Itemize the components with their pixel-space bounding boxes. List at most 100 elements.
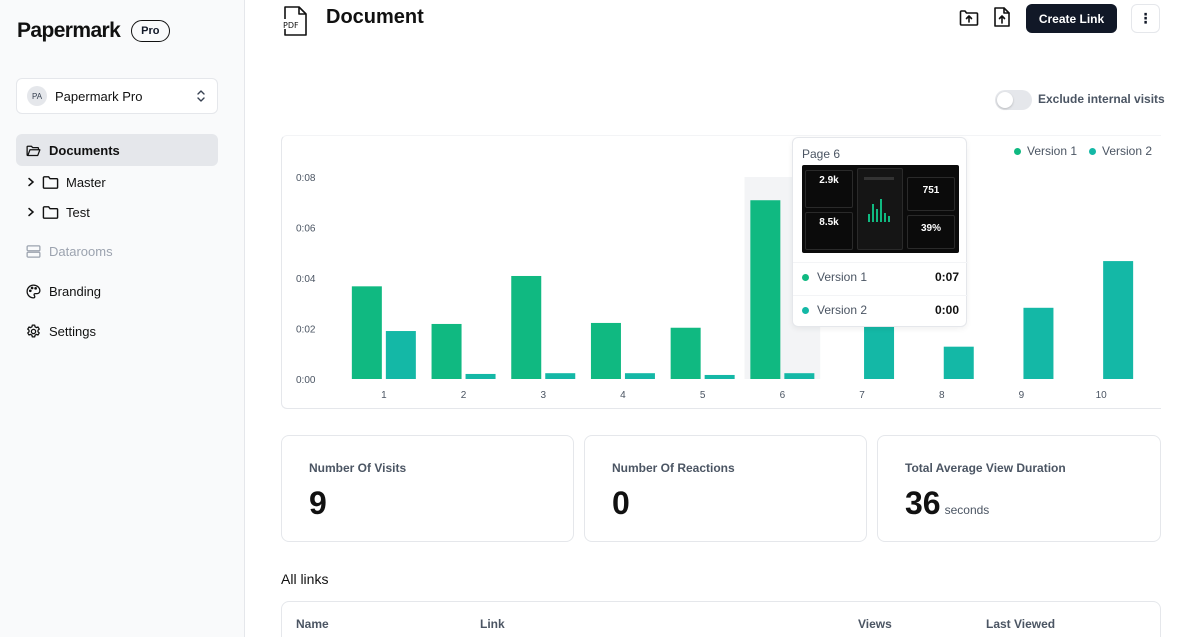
y-tick-label: 0:00 <box>296 375 316 386</box>
stat-label: Number Of Visits <box>309 461 407 475</box>
bar-version-2-page-10 <box>1103 261 1134 379</box>
folder-icon <box>42 205 59 219</box>
x-tick-label: 8 <box>939 390 945 401</box>
file-type-label: PDF <box>283 21 299 30</box>
series-dot <box>802 306 809 314</box>
sidebar-item-branding[interactable]: Branding <box>16 275 218 307</box>
team-name: Papermark Pro <box>55 88 143 104</box>
x-tick-label: 3 <box>540 390 546 401</box>
x-tick-label: 7 <box>859 390 865 401</box>
stat-number: 0 <box>612 485 630 521</box>
folder-master[interactable]: Master <box>26 171 106 193</box>
x-tick-label: 1 <box>381 390 387 401</box>
thumb-phone <box>857 168 903 250</box>
chart-tooltip: Page 6 2.9k 8.5k 751 39% Version 1 0:07 <box>792 137 968 327</box>
exclude-internal-label: Exclude internal visits <box>1038 92 1165 106</box>
bar-version-1-page-6 <box>750 200 781 379</box>
x-tick-label: 4 <box>620 390 626 401</box>
folder-upload-icon <box>959 10 979 26</box>
stat-card-reactions: Number Of Reactions 0 <box>584 435 867 542</box>
exclude-internal-toggle[interactable] <box>995 90 1032 110</box>
folder-open-icon <box>26 145 41 156</box>
bar-version-2-page-8 <box>943 346 974 379</box>
tooltip-row-value: 0:00 <box>934 303 959 317</box>
upload-version-button[interactable] <box>991 6 1013 28</box>
links-table-header: Name Link Views Last Viewed <box>281 601 1161 637</box>
more-options-button[interactable]: ⋮ <box>1131 4 1160 33</box>
bar-version-1-page-5 <box>670 327 701 379</box>
server-icon <box>26 244 41 258</box>
y-tick-label: 0:04 <box>296 274 316 285</box>
chevron-right-icon <box>28 177 35 187</box>
column-header-name[interactable]: Name <box>296 617 329 631</box>
thumb-stat-box: 8.5k <box>805 212 853 250</box>
stat-value: 36 seconds <box>905 485 989 522</box>
folder-label: Test <box>66 204 90 220</box>
pdf-file-icon: PDF <box>282 6 307 36</box>
tooltip-row-version-1: Version 1 0:07 <box>802 270 959 284</box>
bar-version-2-page-9 <box>1023 307 1054 379</box>
series-dot <box>802 273 809 281</box>
folder-test[interactable]: Test <box>26 201 90 223</box>
tooltip-row-value: 0:07 <box>934 270 959 284</box>
toggle-knob <box>997 92 1013 108</box>
stat-card-duration: Total Average View Duration 36 seconds <box>877 435 1161 542</box>
move-folder-button[interactable] <box>958 7 980 29</box>
palette-icon <box>26 283 41 299</box>
bar-version-1-page-4 <box>590 322 621 379</box>
thumb-mini-chart <box>864 177 894 222</box>
thumb-stat: 39% <box>920 223 941 234</box>
brand-name: Papermark <box>17 19 121 42</box>
y-tick-label: 0:06 <box>296 224 316 235</box>
tooltip-title: Page 6 <box>802 147 841 161</box>
bar-version-1-page-2 <box>431 323 462 379</box>
legend-dot <box>1014 147 1021 155</box>
chevron-up-down-icon <box>197 90 205 102</box>
stat-value: 9 <box>309 485 327 522</box>
sidebar-item-documents[interactable]: Documents <box>16 134 218 166</box>
x-tick-label: 5 <box>700 390 706 401</box>
page-duration-chart: 0:00 0:02 0:04 0:06 0:08 1 2 3 4 5 6 7 8 9 10 <box>296 173 1134 401</box>
thumb-stat-box: 39% <box>907 215 955 249</box>
x-tick-label: 6 <box>780 390 786 401</box>
column-header-link[interactable]: Link <box>480 617 505 631</box>
x-tick-label: 9 <box>1019 390 1025 401</box>
bar-version-2-page-6 <box>784 373 815 379</box>
sidebar: Papermark Pro PA Papermark Pro Documents… <box>0 0 245 637</box>
column-header-views[interactable]: Views <box>858 617 892 631</box>
sidebar-item-settings[interactable]: Settings <box>16 315 218 347</box>
bar-version-1-page-1 <box>351 286 382 379</box>
legend-label: Version 1 <box>1027 144 1078 158</box>
team-selector[interactable]: PA Papermark Pro <box>16 78 218 114</box>
thumb-stat-box: 2.9k <box>805 170 853 208</box>
folder-icon <box>42 175 59 189</box>
file-upload-icon <box>994 7 1010 27</box>
thumb-stat: 8.5k <box>819 217 839 228</box>
legend-version-2: Version 2 <box>1089 144 1152 158</box>
y-tick-label: 0:08 <box>296 173 316 184</box>
sidebar-item-label: Settings <box>49 323 96 339</box>
thumb-stat-box: 751 <box>907 177 955 211</box>
brand[interactable]: Papermark Pro <box>17 19 170 43</box>
divider <box>793 262 968 263</box>
stat-label: Total Average View Duration <box>905 461 1066 475</box>
team-avatar: PA <box>27 86 47 106</box>
bar-version-1-page-3 <box>511 275 542 379</box>
legend-label: Version 2 <box>1102 144 1153 158</box>
create-link-button[interactable]: Create Link <box>1026 4 1117 33</box>
tooltip-row-label: Version 2 <box>817 303 868 317</box>
chevron-right-icon <box>28 207 35 217</box>
sidebar-item-label: Documents <box>49 142 120 158</box>
stat-label: Number Of Reactions <box>612 461 735 475</box>
stat-unit: seconds <box>944 503 990 517</box>
sidebar-item-label: Branding <box>49 283 102 299</box>
divider <box>793 295 968 296</box>
bar-version-2-page-3 <box>545 373 576 379</box>
column-header-last-viewed[interactable]: Last Viewed <box>986 617 1055 631</box>
thumb-stat: 751 <box>922 185 940 196</box>
gear-icon <box>27 323 40 338</box>
thumb-stat: 2.9k <box>819 175 839 186</box>
sidebar-item-datarooms[interactable]: Datarooms <box>16 235 218 267</box>
page-thumbnail: 2.9k 8.5k 751 39% <box>802 165 959 253</box>
page-title: Document <box>326 6 424 28</box>
